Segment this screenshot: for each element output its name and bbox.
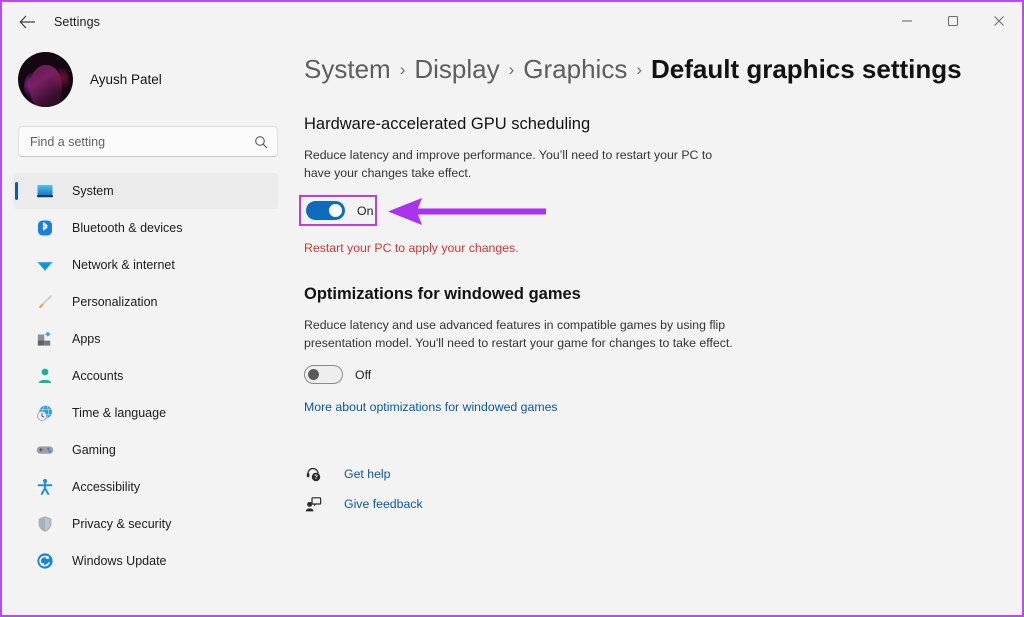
apps-icon bbox=[35, 329, 55, 349]
sidebar-item-label: System bbox=[72, 184, 114, 198]
breadcrumb-separator-icon: › bbox=[636, 60, 642, 80]
section-title-gpu-scheduling: Hardware-accelerated GPU scheduling bbox=[304, 115, 1022, 134]
help-links: ? Get help Give feedback bbox=[304, 459, 1022, 519]
sidebar-item-label: Network & internet bbox=[72, 258, 175, 272]
back-arrow-icon bbox=[19, 15, 36, 29]
person-icon bbox=[35, 366, 55, 386]
gpu-scheduling-toggle-row[interactable]: On bbox=[299, 195, 377, 226]
avatar bbox=[18, 52, 73, 107]
maximize-icon bbox=[947, 15, 959, 27]
breadcrumb-separator-icon: › bbox=[509, 60, 515, 80]
sidebar-item-bluetooth-devices[interactable]: Bluetooth & devices bbox=[13, 210, 278, 246]
user-profile[interactable]: Ayush Patel bbox=[4, 48, 292, 110]
sidebar-item-label: Bluetooth & devices bbox=[72, 221, 183, 235]
breadcrumb: System › Display › Graphics › Default gr… bbox=[304, 54, 1022, 85]
sidebar-item-label: Time & language bbox=[72, 406, 166, 420]
sidebar-item-network-internet[interactable]: Network & internet bbox=[13, 247, 278, 283]
sidebar-item-accessibility[interactable]: Accessibility bbox=[13, 469, 278, 505]
main-content: System › Display › Graphics › Default gr… bbox=[292, 42, 1022, 617]
settings-window: Settings bbox=[0, 0, 1024, 617]
get-help-icon: ? bbox=[304, 465, 322, 483]
toggle-knob bbox=[329, 204, 342, 217]
sidebar-item-windows-update[interactable]: Windows Update bbox=[13, 543, 278, 579]
breadcrumb-item-display[interactable]: Display bbox=[414, 54, 499, 85]
breadcrumb-item-graphics[interactable]: Graphics bbox=[523, 54, 627, 85]
gpu-scheduling-toggle-state: On bbox=[357, 204, 373, 218]
restart-warning-text: Restart your PC to apply your changes. bbox=[304, 241, 1022, 255]
accessibility-icon bbox=[35, 477, 55, 497]
windowed-games-toggle-row[interactable]: Off bbox=[304, 365, 1022, 384]
back-button[interactable] bbox=[10, 7, 44, 37]
minimize-icon bbox=[901, 15, 913, 27]
sidebar-item-privacy-security[interactable]: Privacy & security bbox=[13, 506, 278, 542]
sidebar-item-time-language[interactable]: Time & language bbox=[13, 395, 278, 431]
section-title-windowed-games: Optimizations for windowed games bbox=[304, 285, 1022, 304]
paintbrush-icon bbox=[35, 292, 55, 312]
gamepad-icon bbox=[35, 440, 55, 460]
close-icon bbox=[993, 15, 1005, 27]
update-icon bbox=[35, 551, 55, 571]
maximize-button[interactable] bbox=[930, 2, 976, 40]
app-title: Settings bbox=[54, 15, 100, 29]
monitor-icon bbox=[35, 181, 55, 201]
sidebar: Ayush Patel bbox=[4, 42, 292, 617]
clock-globe-icon bbox=[35, 403, 55, 423]
title-bar: Settings bbox=[2, 2, 1022, 42]
search-icon bbox=[254, 135, 268, 149]
sidebar-item-label: Gaming bbox=[72, 443, 116, 457]
give-feedback-link[interactable]: Give feedback bbox=[344, 497, 423, 511]
window-controls bbox=[884, 2, 1022, 40]
gpu-scheduling-toggle[interactable] bbox=[306, 201, 345, 220]
page-title: Default graphics settings bbox=[651, 54, 962, 85]
section-description-gpu-scheduling: Reduce latency and improve performance. … bbox=[304, 147, 734, 182]
toggle-knob bbox=[308, 369, 319, 380]
breadcrumb-separator-icon: › bbox=[400, 60, 406, 80]
minimize-button[interactable] bbox=[884, 2, 930, 40]
sidebar-item-accounts[interactable]: Accounts bbox=[13, 358, 278, 394]
sidebar-item-label: Privacy & security bbox=[72, 517, 171, 531]
wifi-icon bbox=[35, 255, 55, 275]
sidebar-item-label: Apps bbox=[72, 332, 101, 346]
sidebar-item-apps[interactable]: Apps bbox=[13, 321, 278, 357]
svg-text:?: ? bbox=[314, 473, 318, 480]
get-help-link[interactable]: Get help bbox=[344, 467, 391, 481]
sidebar-item-label: Accessibility bbox=[72, 480, 140, 494]
windowed-games-toggle-state: Off bbox=[355, 368, 371, 382]
search-input[interactable] bbox=[30, 135, 254, 149]
sidebar-item-label: Accounts bbox=[72, 369, 123, 383]
sidebar-item-label: Windows Update bbox=[72, 554, 167, 568]
get-help-row[interactable]: ? Get help bbox=[304, 459, 1022, 489]
user-name: Ayush Patel bbox=[90, 72, 162, 87]
bluetooth-icon bbox=[35, 218, 55, 238]
sidebar-nav: System Bluetooth & devices bbox=[4, 173, 292, 579]
sidebar-item-gaming[interactable]: Gaming bbox=[13, 432, 278, 468]
sidebar-item-personalization[interactable]: Personalization bbox=[13, 284, 278, 320]
more-about-optimizations-link[interactable]: More about optimizations for windowed ga… bbox=[304, 400, 558, 414]
windowed-games-toggle[interactable] bbox=[304, 365, 343, 384]
sidebar-item-label: Personalization bbox=[72, 295, 157, 309]
shield-icon bbox=[35, 514, 55, 534]
search-box[interactable] bbox=[18, 126, 278, 157]
breadcrumb-item-system[interactable]: System bbox=[304, 54, 391, 85]
section-description-windowed-games: Reduce latency and use advanced features… bbox=[304, 317, 734, 352]
sidebar-item-system[interactable]: System bbox=[13, 173, 278, 209]
close-button[interactable] bbox=[976, 2, 1022, 40]
give-feedback-icon bbox=[304, 495, 322, 513]
give-feedback-row[interactable]: Give feedback bbox=[304, 489, 1022, 519]
